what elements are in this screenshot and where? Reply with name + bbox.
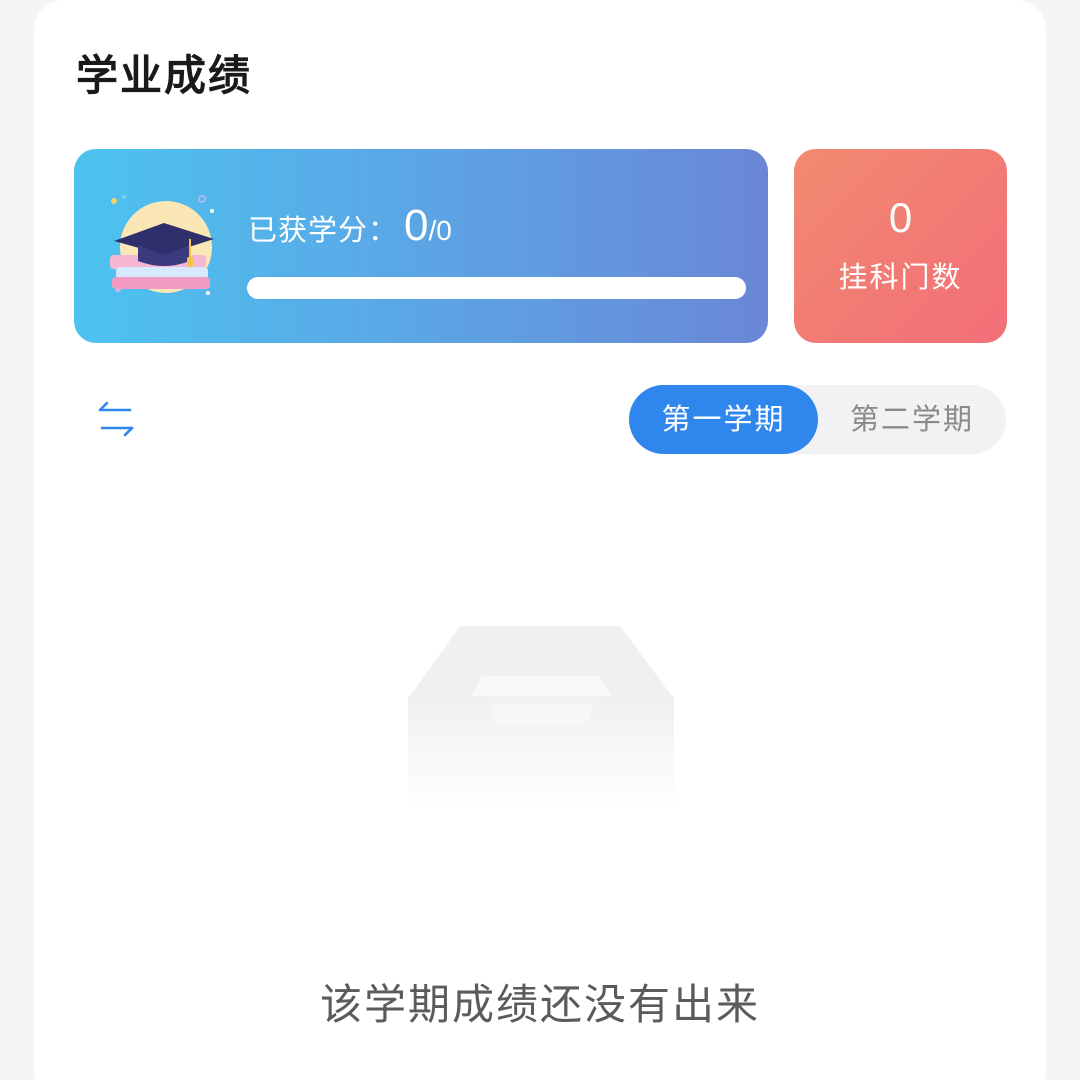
credits-earned: 0 — [404, 201, 429, 250]
academic-scores-page: 学业成绩 已获学分： 0 / 0 0 挂科门数 第一学期 第二学期 该学期成绩还… — [0, 0, 1080, 1080]
tab-second-term[interactable]: 第二学期 — [818, 385, 1006, 454]
term-switch: 第一学期 第二学期 — [629, 385, 1006, 454]
failed-courses-card: 0 挂科门数 — [794, 149, 1007, 343]
empty-tray-icon — [408, 626, 674, 810]
graduation-cap-icon — [110, 195, 214, 295]
swap-arrows-icon[interactable] — [90, 396, 142, 442]
credits-card: 已获学分： 0 / 0 — [74, 149, 768, 343]
credits-summary: 已获学分： 0 / 0 — [248, 201, 452, 251]
tab-first-term[interactable]: 第一学期 — [629, 385, 818, 454]
credits-total: 0 — [436, 215, 452, 246]
credits-progress-bar — [247, 277, 746, 299]
empty-state-message: 该学期成绩还没有出来 — [319, 980, 760, 1029]
page-title: 学业成绩 — [76, 51, 253, 100]
credits-separator: / — [428, 215, 437, 246]
failed-label: 挂科门数 — [838, 260, 963, 294]
credits-label: 已获学分： — [248, 213, 399, 247]
failed-count: 0 — [888, 194, 913, 241]
